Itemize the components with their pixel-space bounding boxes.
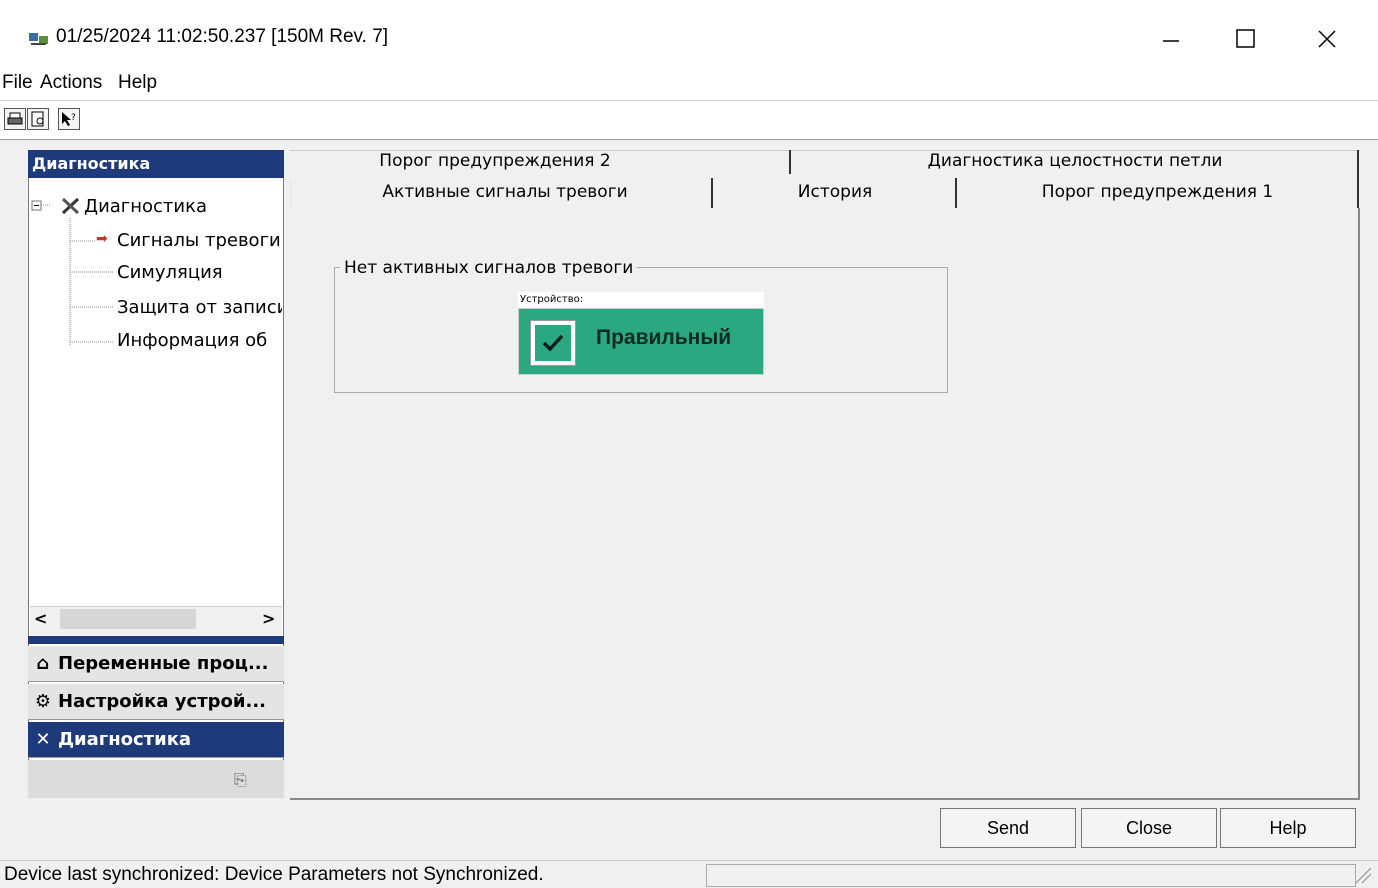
checkmark-icon xyxy=(530,320,576,366)
device-status-text: Правильный xyxy=(596,326,732,349)
panel-splitter[interactable] xyxy=(28,636,284,644)
menu-actions[interactable]: Actions xyxy=(40,72,102,94)
app-icon[interactable] xyxy=(28,30,50,48)
menu-bar xyxy=(0,70,1378,101)
context-help-icon[interactable]: ? xyxy=(58,108,80,130)
arrow-right-icon: ➡ xyxy=(96,231,108,247)
window-title: 01/25/2024 11:02:50.237 [150M Rev. 7] xyxy=(56,26,389,47)
svg-text:?: ? xyxy=(71,113,76,123)
scroll-right-icon[interactable]: > xyxy=(262,609,275,628)
tab-warning-threshold-2[interactable]: Порог предупреждения 2 xyxy=(300,151,690,171)
tab-warning-threshold-1[interactable]: Порог предупреждения 1 xyxy=(960,182,1355,202)
tree-item-info[interactable]: Информация об xyxy=(117,330,267,351)
nav-diagnostics[interactable]: ✕ Диагностика xyxy=(28,722,284,758)
device-label: Устройство: xyxy=(518,292,764,308)
toolbar xyxy=(0,101,1378,140)
tab-loop-integrity[interactable]: Диагностика целостности петли xyxy=(800,151,1350,171)
status-pane xyxy=(706,864,1356,887)
help-button[interactable]: Help xyxy=(1220,808,1356,848)
tab-active-alarms[interactable]: Активные сигналы тревоги xyxy=(300,182,710,202)
nav-device-setup[interactable]: ⚙ Настройка устрой... xyxy=(28,684,284,720)
tab-history[interactable]: История xyxy=(715,182,955,202)
send-button[interactable]: Send xyxy=(940,808,1076,848)
gear-icon: ⚙ xyxy=(34,691,52,712)
configure-buttons-icon[interactable]: ⎘ xyxy=(234,770,247,790)
print-preview-icon[interactable] xyxy=(27,108,49,130)
menu-help[interactable]: Help xyxy=(118,72,157,94)
menu-file[interactable]: File xyxy=(2,72,33,94)
tree-root-diagnostics[interactable]: Диагностика xyxy=(84,196,207,217)
print-icon[interactable] xyxy=(4,108,26,130)
nav-process-variables[interactable]: ⌂ Переменные проц... xyxy=(28,646,284,682)
tools-icon: ✕ xyxy=(35,729,51,750)
tools-icon xyxy=(60,196,82,220)
maximize-button[interactable] xyxy=(1215,18,1277,60)
scrollbar-thumb[interactable] xyxy=(60,609,196,629)
panel-header: Диагностика xyxy=(28,150,284,178)
resize-grip-icon[interactable] xyxy=(1352,866,1372,884)
groupbox-title: Нет активных сигналов тревоги xyxy=(340,258,638,278)
tree-item-simulation[interactable]: Симуляция xyxy=(117,262,223,283)
scroll-left-icon[interactable]: < xyxy=(34,609,47,628)
close-window-button[interactable] xyxy=(1296,18,1358,60)
tree-item-alarms[interactable]: Сигналы тревоги xyxy=(117,230,281,251)
tree-item-write-protect[interactable]: Защита от записи xyxy=(117,297,282,318)
close-button[interactable]: Close xyxy=(1081,808,1217,848)
minimize-button[interactable] xyxy=(1140,18,1202,60)
sync-status-text: Device last synchronized: Device Paramet… xyxy=(4,864,544,885)
home-icon: ⌂ xyxy=(36,653,50,674)
